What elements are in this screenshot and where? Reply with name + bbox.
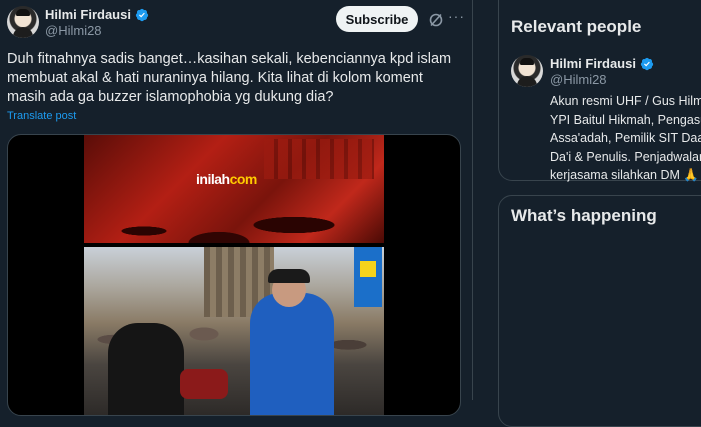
person-name-row: Hilmi Firdausi xyxy=(550,56,654,71)
watermark-suffix: com xyxy=(229,171,258,187)
grok-icon[interactable] xyxy=(428,12,444,28)
person-avatar[interactable] xyxy=(511,55,543,87)
main-column: Hilmi Firdausi @Hilmi28 Subscribe ··· Du… xyxy=(0,0,473,416)
bio-line: Da'i & Penulis. Penjadwalan xyxy=(550,149,701,164)
verified-badge-icon xyxy=(135,8,149,21)
bio-line: kerjasama silahkan DM 🙏 xyxy=(550,168,699,182)
bag-shape xyxy=(180,369,228,399)
cap-shape xyxy=(268,269,310,283)
building-shape xyxy=(264,139,374,179)
verified-badge-icon xyxy=(640,57,654,70)
author-name[interactable]: Hilmi Firdausi xyxy=(45,7,131,22)
relevant-people-title: Relevant people xyxy=(511,17,642,36)
bio-line: Akun resmi UHF / Gus Hilm xyxy=(550,94,701,108)
watermark-main: inilah xyxy=(196,171,230,187)
woman-figure xyxy=(108,323,184,415)
author-name-row: Hilmi Firdausi xyxy=(45,7,149,22)
video-frame-bottom xyxy=(84,247,384,415)
whats-happening-card: What’s happening xyxy=(498,195,701,427)
man-figure xyxy=(250,293,334,415)
whats-happening-title: What’s happening xyxy=(511,206,657,225)
person-name[interactable]: Hilmi Firdausi xyxy=(550,56,636,71)
subscribe-button[interactable]: Subscribe xyxy=(336,6,418,32)
author-handle[interactable]: @Hilmi28 xyxy=(45,23,102,38)
post-text: Duh fitnahnya sadis banget…kasihan sekal… xyxy=(7,51,452,105)
more-options-icon[interactable]: ··· xyxy=(448,8,465,24)
bio-line: Assa'adah, Pemilik SIT Daar xyxy=(550,131,701,145)
video-frame-top: inilahcom xyxy=(84,135,384,243)
person-bio: Akun resmi UHF / Gus Hilm YPI Baitul Hik… xyxy=(550,92,701,185)
watermark: inilahcom xyxy=(196,171,257,187)
translate-post-link[interactable]: Translate post xyxy=(7,110,76,122)
post-media[interactable]: inilahcom xyxy=(7,134,461,416)
crowd-shape xyxy=(84,183,384,243)
relevant-people-card: Relevant people Hilmi Firdausi @Hilmi28 … xyxy=(498,0,701,182)
post-header: Hilmi Firdausi @Hilmi28 Subscribe ··· xyxy=(7,6,464,40)
person-handle[interactable]: @Hilmi28 xyxy=(550,72,607,87)
author-avatar[interactable] xyxy=(7,6,39,38)
video-thumbnail[interactable]: inilahcom xyxy=(84,135,384,415)
bio-line: YPI Baitul Hikmah, Pengasu xyxy=(550,112,701,127)
banner-shape xyxy=(354,247,382,307)
